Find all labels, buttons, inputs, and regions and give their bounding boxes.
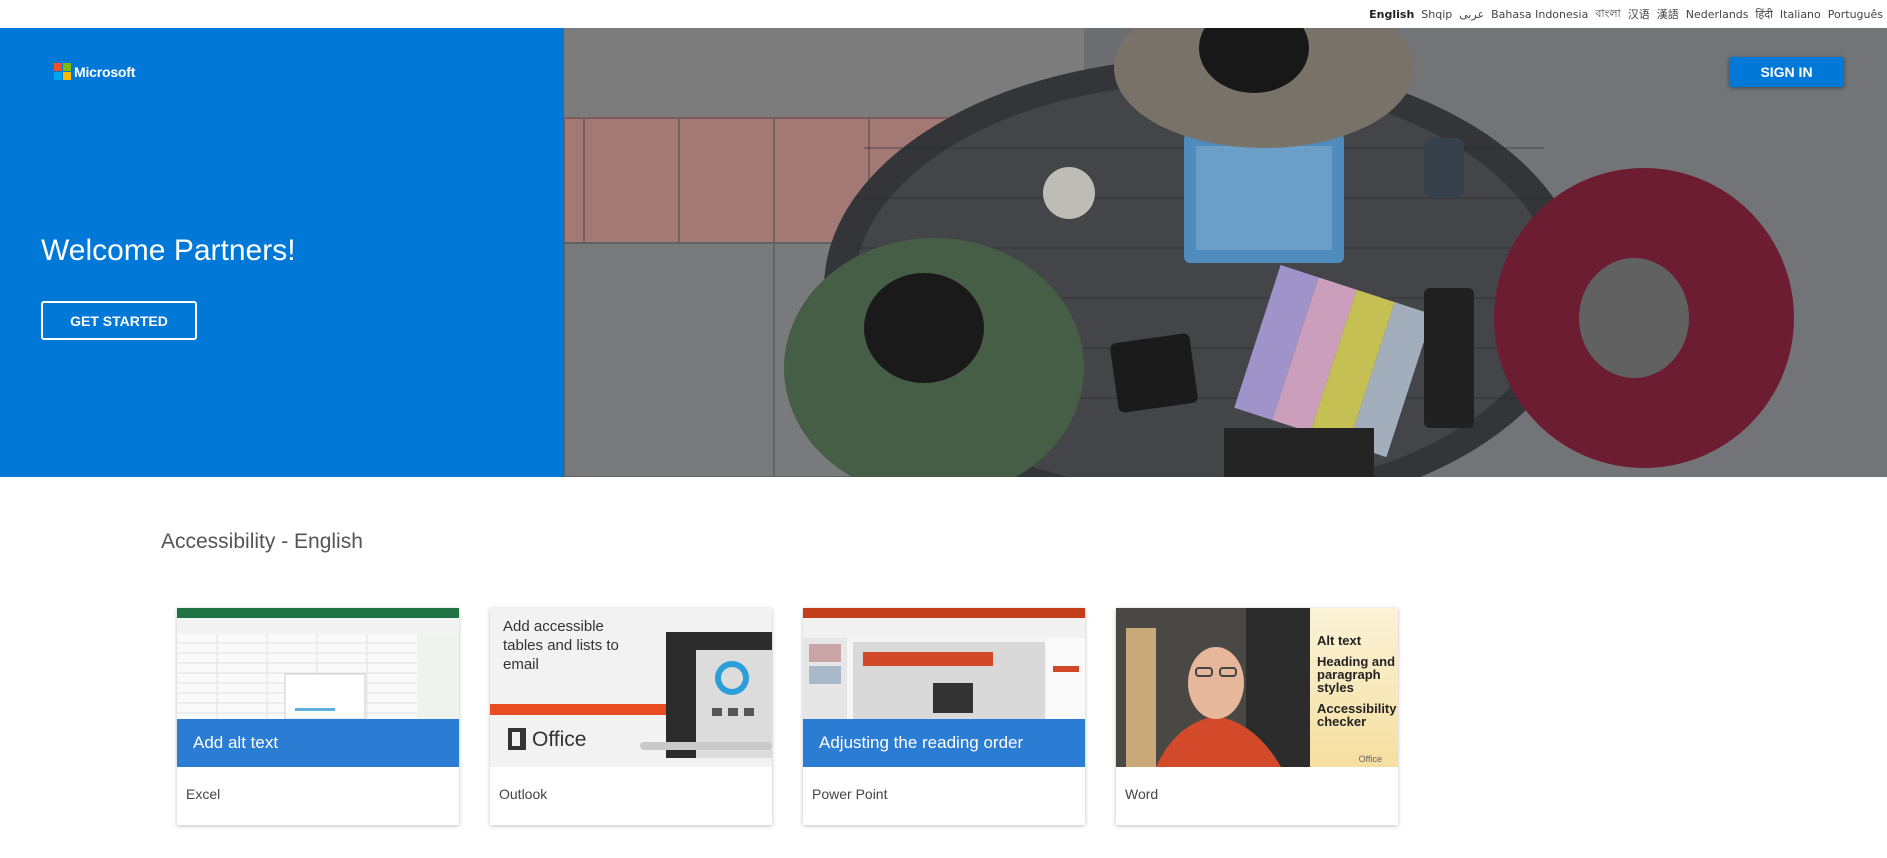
lang-shqip[interactable]: Shqip bbox=[1421, 8, 1452, 21]
microsoft-squares-icon bbox=[54, 63, 71, 80]
hero-photo: SIGN IN bbox=[564, 28, 1887, 477]
microsoft-wordmark: Microsoft bbox=[74, 63, 136, 80]
card-excel[interactable]: Add alt text Excel bbox=[177, 608, 459, 825]
get-started-button[interactable]: GET STARTED bbox=[41, 301, 197, 340]
hero-blue-panel: Microsoft Welcome Partners! GET STARTED bbox=[0, 28, 564, 477]
outlook-thumbnail: Add accessible tables and lists to email… bbox=[490, 608, 772, 767]
powerpoint-banner: Adjusting the reading order bbox=[803, 719, 1085, 767]
card-label-powerpoint: Power Point bbox=[812, 786, 888, 802]
sign-in-button[interactable]: SIGN IN bbox=[1729, 57, 1844, 87]
word-topic-heading-styles: Heading and paragraph styles bbox=[1317, 654, 1396, 695]
language-bar: English Shqip عربى Bahasa Indonesia বাংল… bbox=[0, 0, 1887, 28]
word-thumbnail: Alt text Heading and paragraph styles Ac… bbox=[1116, 608, 1398, 767]
lang-chinese-traditional[interactable]: 漢語 bbox=[1657, 6, 1679, 22]
lang-hindi[interactable]: हिंदी bbox=[1756, 7, 1773, 22]
section-title: Accessibility - English bbox=[161, 530, 363, 553]
card-label-outlook: Outlook bbox=[499, 786, 548, 802]
microsoft-logo[interactable]: Microsoft bbox=[54, 63, 135, 80]
lang-bengali[interactable]: বাংলা bbox=[1595, 5, 1620, 24]
lang-arabic[interactable]: عربى bbox=[1459, 8, 1484, 21]
lang-nederlands[interactable]: Nederlands bbox=[1686, 8, 1749, 21]
excel-banner: Add alt text bbox=[177, 719, 459, 767]
word-topic-accessibility-checker: Accessibility checker bbox=[1317, 701, 1397, 729]
word-topics-panel: Alt text Heading and paragraph styles Ac… bbox=[1310, 608, 1398, 767]
card-outlook[interactable]: Add accessible tables and lists to email… bbox=[490, 608, 772, 825]
word-topic-alt-text: Alt text bbox=[1317, 633, 1362, 648]
lang-chinese-simplified[interactable]: 汉语 bbox=[1628, 6, 1650, 22]
lang-portugues[interactable]: Português bbox=[1828, 8, 1883, 21]
card-label-word: Word bbox=[1125, 786, 1159, 802]
hero-banner: Microsoft Welcome Partners! GET STARTED bbox=[0, 28, 1887, 477]
lang-bahasa-indonesia[interactable]: Bahasa Indonesia bbox=[1491, 8, 1588, 21]
office-brand-text: Office bbox=[532, 728, 587, 751]
powerpoint-thumbnail: Adjusting the reading order bbox=[803, 608, 1085, 767]
lang-english[interactable]: English bbox=[1369, 8, 1414, 21]
excel-thumbnail: Add alt text bbox=[177, 608, 459, 767]
card-label-excel: Excel bbox=[186, 786, 221, 802]
office-brand-small: Office bbox=[1358, 754, 1382, 764]
card-list: Add alt text Excel Add accessible tables… bbox=[177, 608, 1398, 825]
lang-italiano[interactable]: Italiano bbox=[1780, 8, 1821, 21]
card-word[interactable]: Alt text Heading and paragraph styles Ac… bbox=[1116, 608, 1398, 825]
hero-title: Welcome Partners! bbox=[41, 234, 296, 267]
team-meeting-photo bbox=[564, 28, 1887, 477]
card-powerpoint[interactable]: Adjusting the reading order Power Point bbox=[803, 608, 1085, 825]
